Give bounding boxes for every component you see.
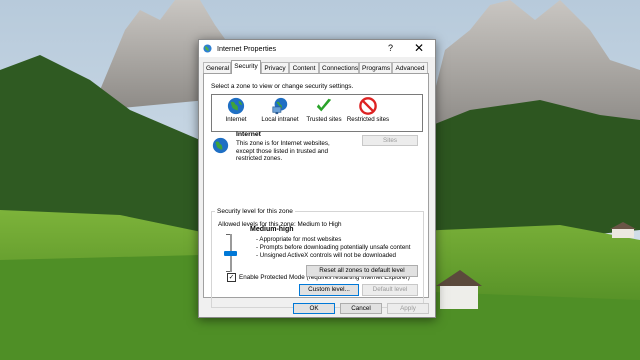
security-level-slider-thumb[interactable] — [224, 250, 237, 256]
reset-all-zones-button[interactable]: Reset all zones to default level — [306, 265, 418, 277]
help-button[interactable]: ? — [388, 43, 393, 53]
slider-tick — [226, 271, 230, 272]
security-level-name: Medium-high — [250, 226, 294, 233]
security-level-group-title: Security level for this zone — [215, 208, 295, 215]
tab-programs[interactable]: Programs — [359, 62, 392, 73]
selected-zone-globe-icon — [212, 137, 229, 154]
tab-bar: General Security Privacy Content Connect… — [203, 60, 431, 74]
cancel-button[interactable]: Cancel — [340, 303, 382, 314]
zone-restricted-sites-label: Restricted sites — [346, 116, 390, 123]
level-detail-line: - Appropriate for most websites — [256, 236, 342, 243]
zone-restricted-sites[interactable]: Restricted sites — [344, 97, 392, 123]
selected-zone-title: Internet — [236, 131, 261, 138]
tab-connections[interactable]: Connections — [319, 62, 359, 73]
window-title: Internet Properties — [217, 44, 277, 53]
zone-internet-label: Internet — [225, 116, 247, 123]
zone-prompt: Select a zone to view or change security… — [211, 83, 354, 90]
slider-tick — [226, 234, 230, 235]
selected-zone-description: This zone is for Internet websites, exce… — [236, 140, 330, 163]
custom-level-button[interactable]: Custom level... — [299, 284, 359, 296]
tab-security[interactable]: Security — [231, 60, 261, 74]
level-detail-line: - Unsigned ActiveX controls will not be … — [256, 252, 396, 259]
protected-mode-checkbox[interactable]: ✓ — [227, 273, 236, 282]
internet-properties-dialog: Internet Properties ? ✕ General Security… — [198, 39, 436, 318]
internet-globe-icon — [203, 44, 212, 53]
tab-advanced[interactable]: Advanced — [392, 62, 428, 73]
apply-button[interactable]: Apply — [387, 303, 429, 314]
tab-content[interactable]: Content — [289, 62, 319, 73]
zone-internet[interactable]: Internet — [212, 97, 260, 123]
tab-general[interactable]: General — [203, 62, 231, 73]
ok-button[interactable]: OK — [293, 303, 335, 314]
intranet-globe-icon — [272, 97, 288, 115]
zone-list: Internet Local intranet Trusted sites Re… — [211, 94, 423, 132]
close-button[interactable]: ✕ — [414, 41, 424, 55]
title-bar[interactable]: Internet Properties ? ✕ — [199, 40, 435, 57]
sites-button[interactable]: Sites — [362, 135, 418, 146]
default-level-button[interactable]: Default level — [362, 284, 418, 296]
globe-icon — [227, 97, 245, 115]
checkmark-icon — [316, 98, 332, 112]
zone-local-intranet[interactable]: Local intranet — [256, 97, 304, 123]
zone-trusted-sites-label: Trusted sites — [306, 116, 342, 123]
zone-local-intranet-label: Local intranet — [261, 116, 299, 123]
level-detail-line: - Prompts before downloading potentially… — [256, 244, 411, 251]
zone-trusted-sites[interactable]: Trusted sites — [300, 97, 348, 123]
security-level-details: - Appropriate for most websites - Prompt… — [256, 236, 416, 260]
tab-privacy[interactable]: Privacy — [261, 62, 289, 73]
no-entry-icon — [359, 97, 377, 115]
